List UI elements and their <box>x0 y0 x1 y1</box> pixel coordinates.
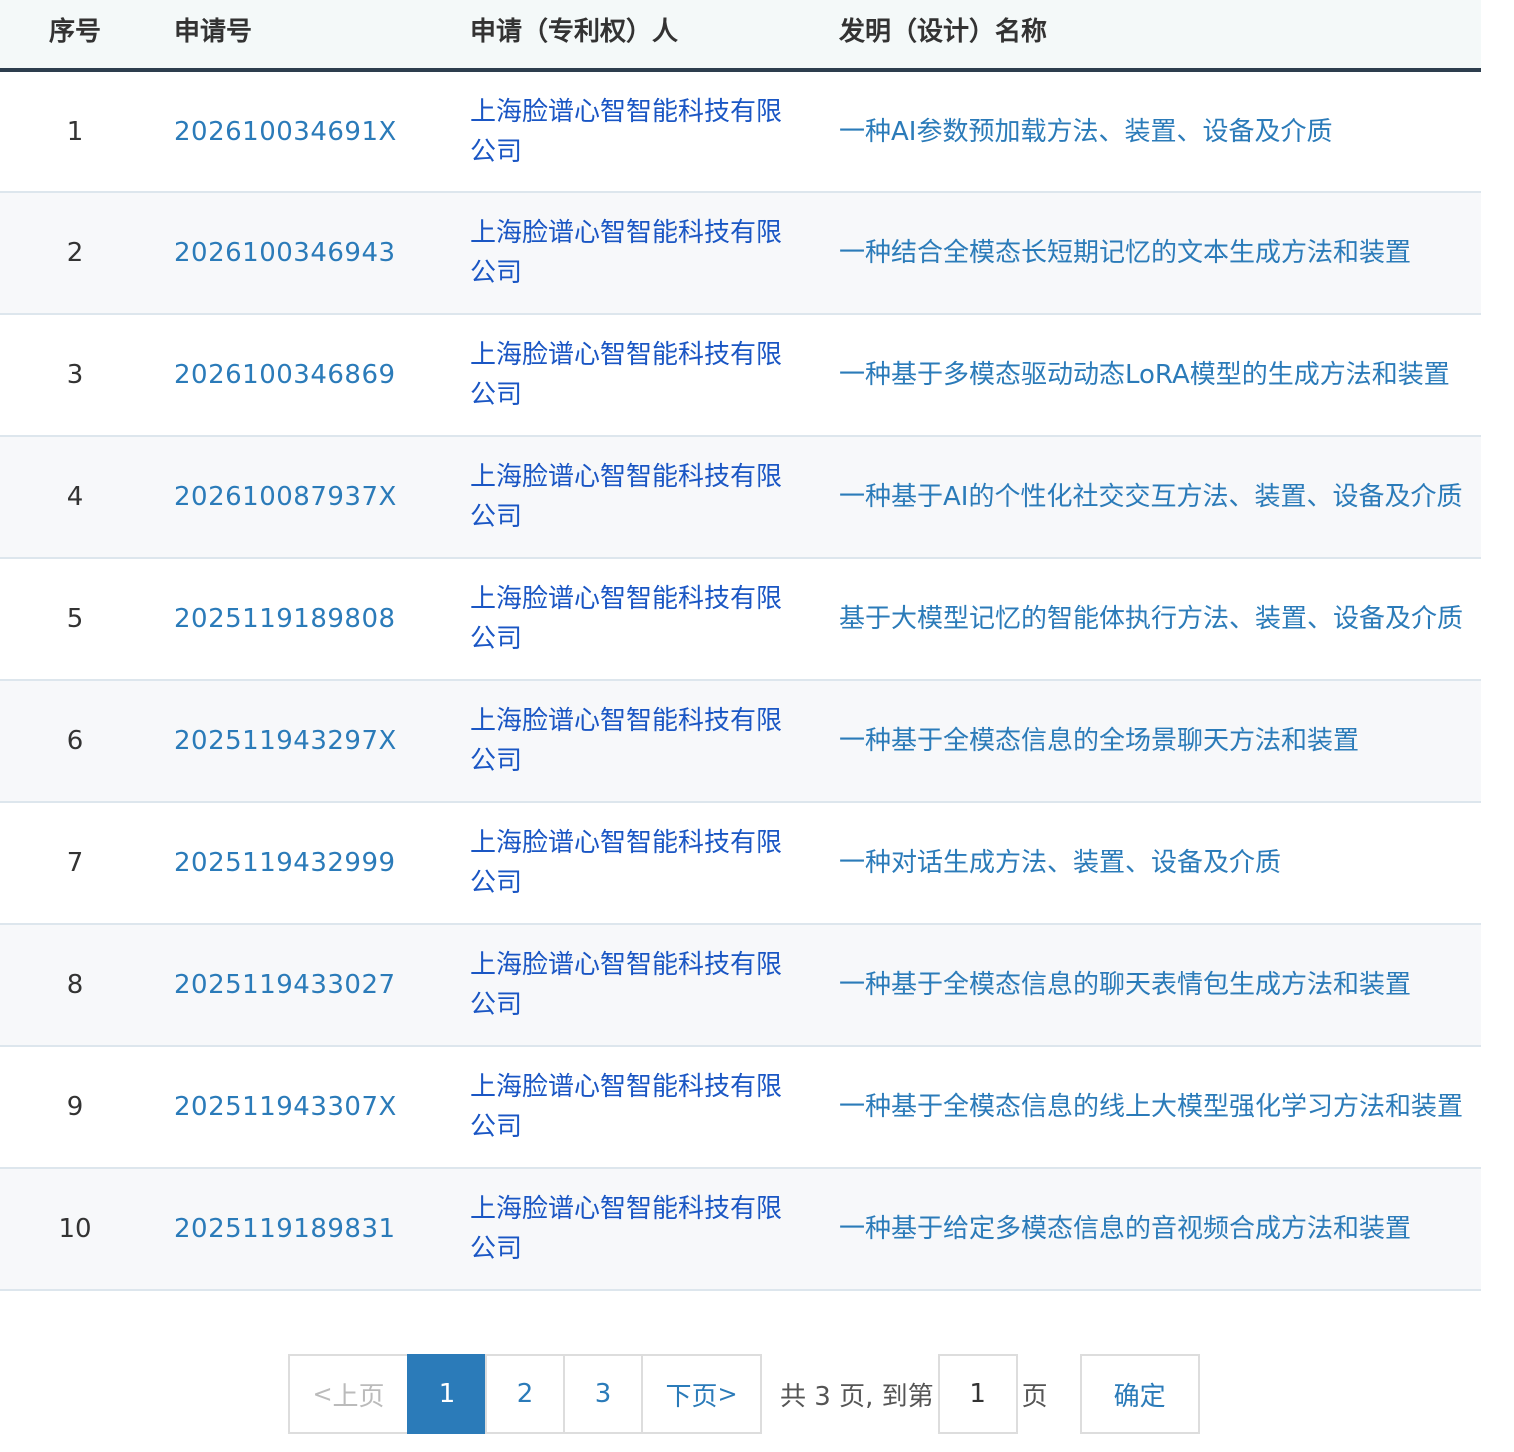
patent-list-page: 序号 申请号 申请（专利权）人 发明（设计）名称 1 202610034691X… <box>0 0 1514 1452</box>
table-row: 2 2026100346943 上海脸谱心智智能科技有限公司 一种结合全模态长短… <box>0 192 1481 314</box>
application-no-link[interactable]: 2026100346869 <box>174 355 422 395</box>
row-index: 10 <box>58 1214 92 1244</box>
chevron-right-icon: > <box>717 1380 738 1408</box>
chevron-left-icon: < <box>312 1380 333 1408</box>
patent-table: 序号 申请号 申请（专利权）人 发明（设计）名称 1 202610034691X… <box>0 0 1481 1291</box>
total-pages-text: 共 3 页, 到第 <box>780 1381 934 1412</box>
table-body: 1 202610034691X 上海脸谱心智智能科技有限公司 一种AI参数预加载… <box>0 70 1481 1290</box>
application-no-link[interactable]: 202610087937X <box>174 477 422 517</box>
title-link[interactable]: 基于大模型记忆的智能体执行方法、装置、设备及介质 <box>839 599 1469 639</box>
applicant-link[interactable]: 上海脸谱心智智能科技有限公司 <box>470 335 791 415</box>
table-row: 7 2025119432999 上海脸谱心智智能科技有限公司 一种对话生成方法、… <box>0 802 1481 924</box>
row-index: 4 <box>66 482 84 512</box>
title-link[interactable]: 一种基于全模态信息的线上大模型强化学习方法和装置 <box>839 1087 1469 1127</box>
header-applicant: 申请（专利权）人 <box>470 16 679 47</box>
application-no-link[interactable]: 2025119432999 <box>174 843 422 883</box>
row-index: 9 <box>66 1092 84 1122</box>
table-header: 序号 申请号 申请（专利权）人 发明（设计）名称 <box>0 0 1481 70</box>
table-row: 4 202610087937X 上海脸谱心智智能科技有限公司 一种基于AI的个性… <box>0 436 1481 558</box>
title-link[interactable]: 一种基于多模态驱动动态LoRA模型的生成方法和装置 <box>839 355 1469 395</box>
application-no-link[interactable]: 2025119189808 <box>174 599 422 639</box>
header-row: 序号 申请号 申请（专利权）人 发明（设计）名称 <box>0 0 1481 70</box>
title-link[interactable]: 一种结合全模态长短期记忆的文本生成方法和装置 <box>839 233 1469 273</box>
applicant-link[interactable]: 上海脸谱心智智能科技有限公司 <box>470 1067 791 1147</box>
row-index: 1 <box>66 116 84 147</box>
header-application-no: 申请号 <box>174 16 253 47</box>
application-no-link[interactable]: 2025119189831 <box>174 1209 422 1249</box>
table-row: 10 2025119189831 上海脸谱心智智能科技有限公司 一种基于给定多模… <box>0 1168 1481 1290</box>
title-link[interactable]: 一种基于给定多模态信息的音视频合成方法和装置 <box>839 1209 1469 1249</box>
application-no-link[interactable]: 2025119433027 <box>174 965 422 1005</box>
header-index: 序号 <box>48 16 101 47</box>
application-no-link[interactable]: 202610034691X <box>174 112 422 152</box>
title-link[interactable]: 一种基于全模态信息的聊天表情包生成方法和装置 <box>839 965 1469 1005</box>
table-row: 3 2026100346869 上海脸谱心智智能科技有限公司 一种基于多模态驱动… <box>0 314 1481 436</box>
title-link[interactable]: 一种AI参数预加载方法、装置、设备及介质 <box>839 112 1469 152</box>
page-button-3[interactable]: 3 <box>563 1354 643 1434</box>
row-index: 2 <box>66 238 84 268</box>
applicant-link[interactable]: 上海脸谱心智智能科技有限公司 <box>470 1189 791 1269</box>
applicant-link[interactable]: 上海脸谱心智智能科技有限公司 <box>470 457 791 537</box>
applicant-link[interactable]: 上海脸谱心智智能科技有限公司 <box>470 579 791 659</box>
table-row: 8 2025119433027 上海脸谱心智智能科技有限公司 一种基于全模态信息… <box>0 924 1481 1046</box>
application-no-link[interactable]: 202511943297X <box>174 721 422 761</box>
page-suffix-text: 页 <box>1021 1381 1048 1412</box>
goto-page-input[interactable] <box>937 1354 1018 1434</box>
row-index: 8 <box>66 970 84 1000</box>
title-link[interactable]: 一种基于AI的个性化社交交互方法、装置、设备及介质 <box>839 477 1469 517</box>
row-index: 7 <box>66 848 84 878</box>
table-row: 9 202511943307X 上海脸谱心智智能科技有限公司 一种基于全模态信息… <box>0 1046 1481 1168</box>
applicant-link[interactable]: 上海脸谱心智智能科技有限公司 <box>470 213 791 293</box>
row-index: 3 <box>66 360 84 390</box>
header-title: 发明（设计）名称 <box>839 16 1048 47</box>
title-link[interactable]: 一种基于全模态信息的全场景聊天方法和装置 <box>839 721 1469 761</box>
prev-page-button: < 上页 <box>288 1354 409 1434</box>
applicant-link[interactable]: 上海脸谱心智智能科技有限公司 <box>470 92 791 172</box>
confirm-button[interactable]: 确定 <box>1079 1354 1200 1434</box>
applicant-link[interactable]: 上海脸谱心智智能科技有限公司 <box>470 701 791 781</box>
page-button-1[interactable]: 1 <box>407 1354 487 1434</box>
row-index: 6 <box>66 726 84 756</box>
table-row: 1 202610034691X 上海脸谱心智智能科技有限公司 一种AI参数预加载… <box>0 70 1481 192</box>
application-no-link[interactable]: 202511943307X <box>174 1087 422 1127</box>
next-page-button[interactable]: 下页 > <box>641 1354 762 1434</box>
table-row: 5 2025119189808 上海脸谱心智智能科技有限公司 基于大模型记忆的智… <box>0 558 1481 680</box>
table-row: 6 202511943297X 上海脸谱心智智能科技有限公司 一种基于全模态信息… <box>0 680 1481 802</box>
prev-page-label: 上页 <box>332 1381 385 1412</box>
application-no-link[interactable]: 2026100346943 <box>174 233 422 273</box>
next-page-label: 下页 <box>665 1381 718 1412</box>
applicant-link[interactable]: 上海脸谱心智智能科技有限公司 <box>470 945 791 1025</box>
applicant-link[interactable]: 上海脸谱心智智能科技有限公司 <box>470 823 791 903</box>
row-index: 5 <box>66 604 84 634</box>
title-link[interactable]: 一种对话生成方法、装置、设备及介质 <box>839 843 1469 883</box>
pagination: < 上页 1 2 3 下页 > 共 3 页, 到第 页 确定 <box>288 1354 1200 1434</box>
page-button-2[interactable]: 2 <box>485 1354 565 1434</box>
